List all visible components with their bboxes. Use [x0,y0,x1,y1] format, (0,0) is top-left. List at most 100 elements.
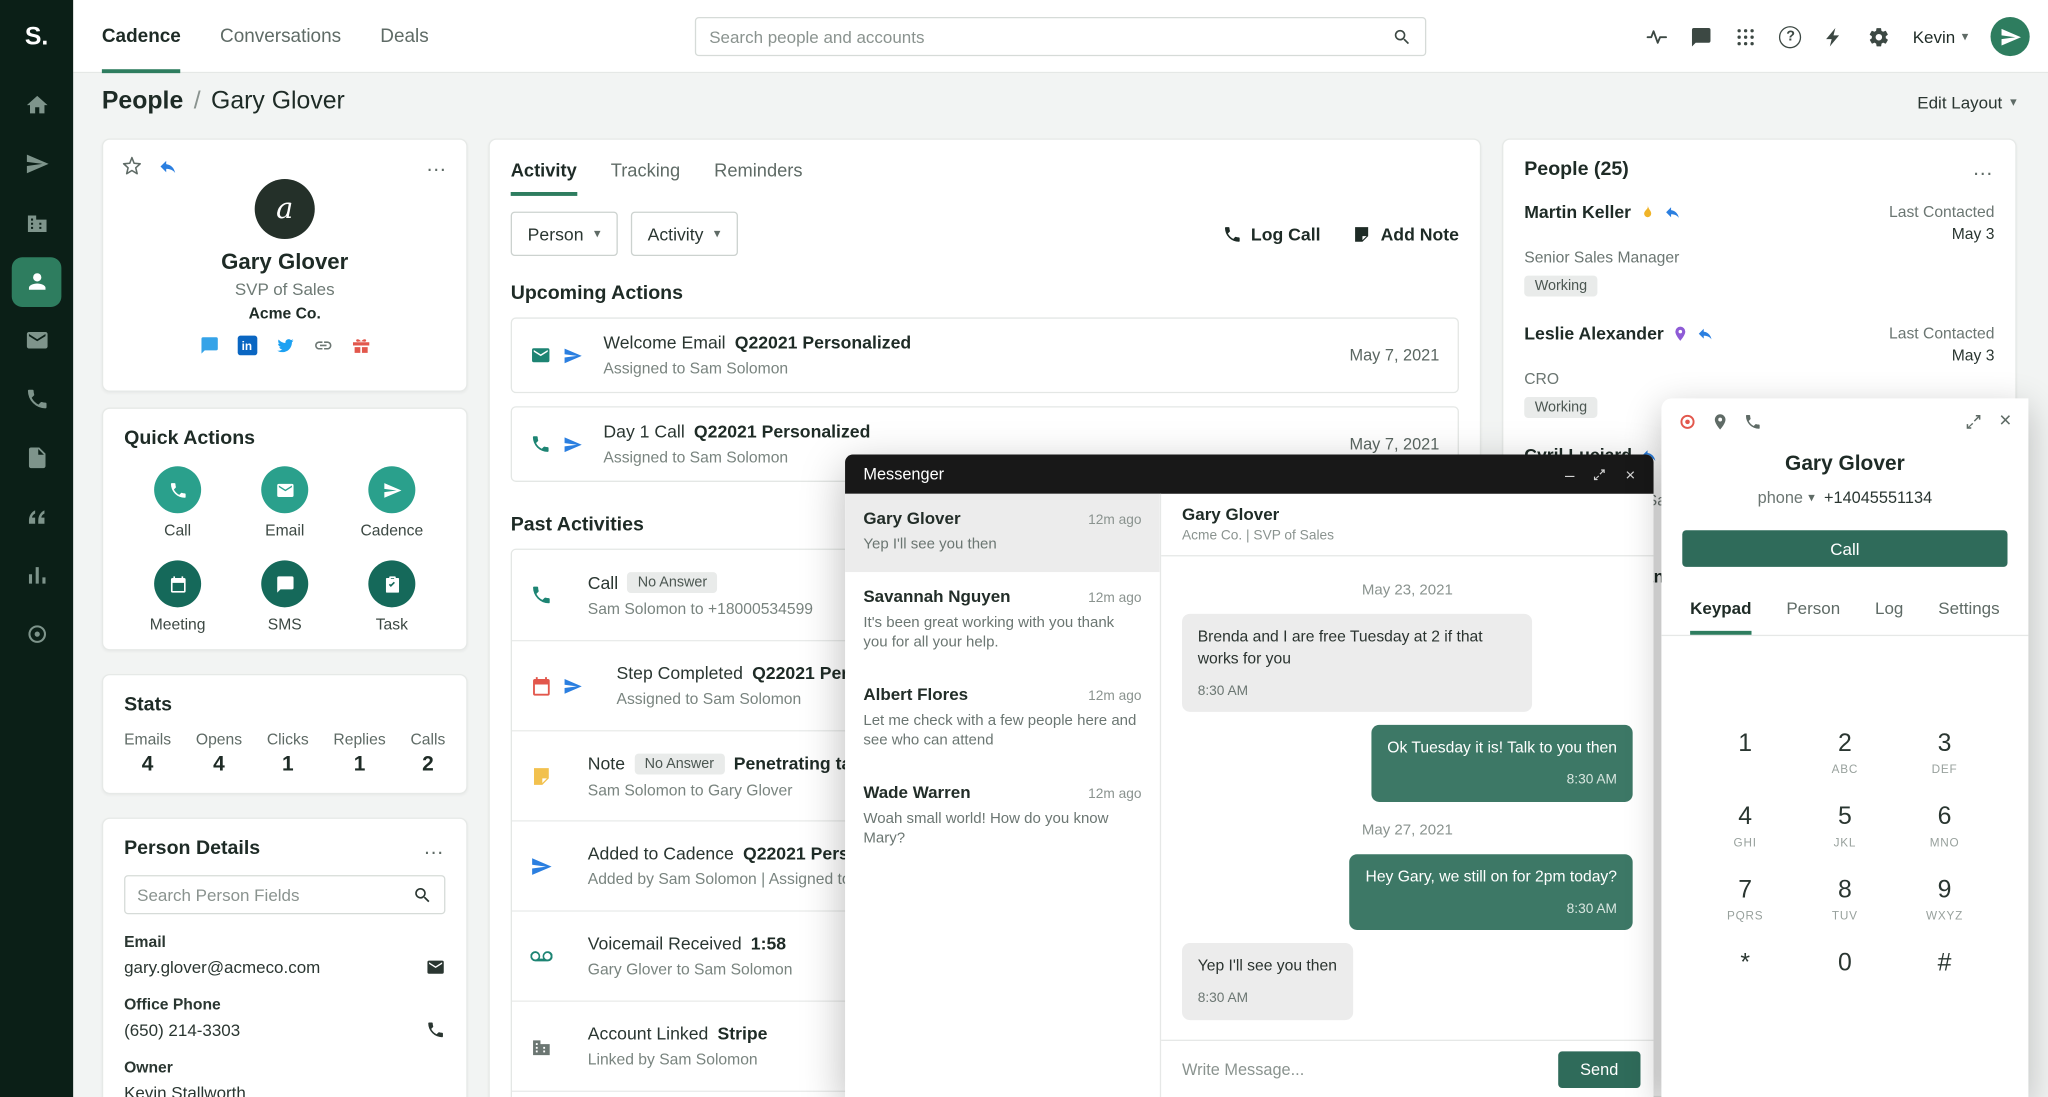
twitter-icon[interactable] [275,336,295,356]
minimize-icon[interactable]: – [1565,464,1574,484]
person-row-martin-keller[interactable]: Martin Keller Last Contacted May 3 Senio… [1503,191,2015,312]
phone-icon[interactable] [154,466,201,513]
sidebar-calls-icon[interactable] [12,374,62,424]
add-note-button[interactable]: Add Note [1352,224,1459,244]
nav-deals[interactable]: Deals [380,0,428,73]
calendar-icon[interactable] [154,560,201,607]
tab-reminders[interactable]: Reminders [714,159,802,196]
linkedin-icon[interactable] [237,336,257,356]
log-call-button[interactable]: Log Call [1222,224,1320,244]
settings-gear-icon[interactable] [1868,25,1890,47]
chat-bubble-icon[interactable] [199,336,219,356]
people-panel-more-menu[interactable]: … [1972,163,1994,176]
messenger-titlebar[interactable]: Messenger – × [845,455,1653,494]
upcoming-item[interactable]: Welcome EmailQ22021 Personalized Assigne… [511,317,1459,393]
global-search[interactable] [695,17,1426,56]
messenger-icon[interactable] [1691,25,1713,47]
star-icon[interactable] [121,155,142,176]
keypad-key-6[interactable]: 6MNO [1895,803,1995,850]
phone-transfer-icon[interactable] [1744,413,1762,431]
quick-action-call[interactable]: Call [124,466,231,539]
keypad-key-2[interactable]: 2ABC [1795,730,1895,777]
search-icon[interactable] [1392,27,1412,47]
quick-action-sms[interactable]: SMS [231,560,338,633]
chat-icon[interactable] [261,560,308,607]
keypad-key-8[interactable]: 8TUV [1795,876,1895,923]
sidebar-people-icon[interactable] [12,257,62,307]
tab-tracking[interactable]: Tracking [611,159,680,196]
reply-icon[interactable] [158,156,178,176]
edit-layout-button[interactable]: Edit Layout ▾ [1917,73,2016,130]
phone-type-dropdown[interactable]: phone▾ [1758,488,1815,506]
person-fields-search-input[interactable] [137,885,413,905]
mail-icon[interactable] [426,957,446,977]
conversation-savannah-nguyen[interactable]: Savannah Nguyen 12m ago It's been great … [845,571,1160,669]
keypad-key-3[interactable]: 3DEF [1895,730,1995,777]
plane-icon[interactable] [368,466,415,513]
chevron-down-icon: ▾ [2010,95,2017,109]
quick-action-cadence[interactable]: Cadence [338,466,445,539]
keypad-key-9[interactable]: 9WXYZ [1895,876,1995,923]
conversation-wade-warren[interactable]: Wade Warren 12m ago Woah small world! Ho… [845,767,1160,865]
activity-filter-dropdown[interactable]: Activity▾ [631,212,738,256]
person-fields-search[interactable] [124,875,445,914]
send-button[interactable]: Send [1558,1051,1641,1088]
keypad-key-star[interactable]: * [1695,950,1795,997]
keypad-key-7[interactable]: 7PQRS [1695,876,1795,923]
sidebar-documents-icon[interactable] [12,433,62,483]
quick-action-meeting[interactable]: Meeting [124,560,231,633]
keypad-key-4[interactable]: 4GHI [1695,803,1795,850]
sidebar-target-icon[interactable] [12,609,62,659]
close-icon[interactable]: × [1625,464,1635,484]
person-details-more-menu[interactable]: … [423,842,445,855]
conversation-gary-glover[interactable]: Gary Glover 12m ago Yep I'll see you the… [845,494,1160,572]
tab-settings[interactable]: Settings [1938,598,1999,635]
search-icon[interactable] [413,885,433,905]
message-input[interactable] [1182,1060,1558,1078]
sidebar-conversations-icon[interactable] [12,492,62,542]
keypad-key-5[interactable]: 5JKL [1795,803,1895,850]
person-filter-dropdown[interactable]: Person▾ [511,212,618,256]
profile-more-menu[interactable]: … [426,159,448,172]
global-search-input[interactable] [709,27,1392,47]
quick-action-email[interactable]: Email [231,466,338,539]
tab-keypad[interactable]: Keypad [1690,598,1751,635]
task-icon[interactable] [368,560,415,607]
nav-cadence[interactable]: Cadence [102,0,181,73]
location-pin-icon[interactable] [1711,413,1729,431]
reply-icon[interactable] [1696,325,1713,342]
mail-icon[interactable] [261,466,308,513]
phone-icon[interactable] [426,1020,446,1040]
user-avatar[interactable] [1991,17,2030,56]
apps-grid-icon[interactable] [1735,25,1757,47]
help-icon[interactable]: ? [1780,25,1802,47]
reply-icon[interactable] [1664,204,1681,221]
tab-activity[interactable]: Activity [511,159,577,196]
user-menu[interactable]: Kevin ▾ [1913,27,1969,47]
profile-company[interactable]: Acme Co. [121,304,448,322]
breadcrumb-section[interactable]: People [102,88,183,117]
gift-icon[interactable] [351,336,371,356]
sidebar-accounts-icon[interactable] [12,198,62,248]
tab-log[interactable]: Log [1875,598,1903,635]
sidebar-home-icon[interactable] [12,80,62,130]
close-icon[interactable]: × [1999,411,2011,432]
expand-icon[interactable] [1593,467,1607,481]
conversation-albert-flores[interactable]: Albert Flores 12m ago Let me check with … [845,669,1160,767]
record-icon[interactable] [1678,413,1696,431]
sidebar-analytics-icon[interactable] [12,551,62,601]
sidebar-cadences-icon[interactable] [12,139,62,189]
shortcuts-bolt-icon[interactable] [1824,25,1846,47]
expand-icon[interactable] [1964,413,1982,431]
keypad-key-0[interactable]: 0 [1795,950,1895,997]
link-icon[interactable] [313,336,333,356]
tab-person[interactable]: Person [1786,598,1840,635]
call-button[interactable]: Call [1682,530,2007,567]
keypad-key-hash[interactable]: # [1895,950,1995,997]
quick-action-task[interactable]: Task [338,560,445,633]
phone-icon [530,434,551,455]
keypad-key-1[interactable]: 1 [1695,730,1795,777]
activity-pulse-icon[interactable] [1646,25,1668,47]
sidebar-email-icon[interactable] [12,315,62,365]
nav-conversations[interactable]: Conversations [220,0,341,73]
